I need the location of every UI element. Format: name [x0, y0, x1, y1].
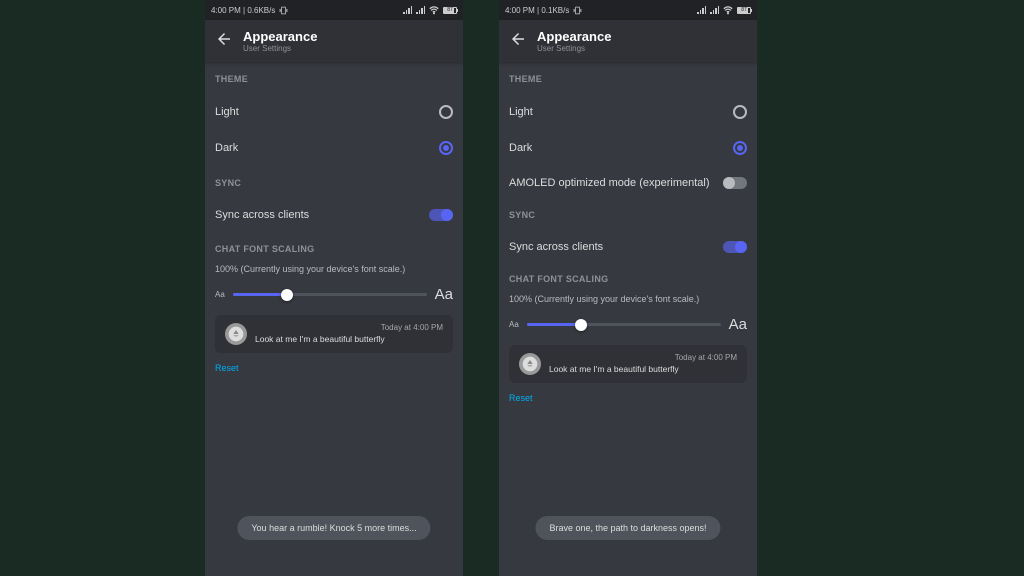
back-icon[interactable] [215, 30, 233, 53]
theme-option-light[interactable]: Light [509, 94, 747, 130]
sync-row[interactable]: Sync across clients [509, 230, 747, 264]
page-subtitle: User Settings [243, 44, 317, 53]
avatar [225, 323, 247, 345]
amoled-toggle[interactable] [723, 177, 747, 189]
amoled-label: AMOLED optimized mode (experimental) [509, 177, 710, 189]
phone-left: 4:00 PM | 0.6KB/s 87 Appearance User Set… [205, 0, 463, 576]
status-bar: 4:00 PM | 0.6KB/s 87 [205, 0, 463, 20]
page-title: Appearance [537, 29, 611, 44]
sync-header: SYNC [509, 210, 747, 220]
theme-option-dark[interactable]: Dark [215, 130, 453, 166]
theme-dark-label: Dark [509, 142, 532, 154]
preview-message: Look at me I'm a beautiful butterfly [549, 364, 737, 374]
sync-label: Sync across clients [509, 241, 603, 253]
battery-icon: 87 [737, 7, 751, 14]
sync-toggle[interactable] [429, 209, 453, 221]
font-slider[interactable] [233, 293, 427, 296]
sync-label: Sync across clients [215, 209, 309, 221]
font-preview: Today at 4:00 PM Look at me I'm a beauti… [509, 345, 747, 383]
signal-icon-2 [710, 6, 719, 14]
wifi-icon [723, 5, 733, 15]
page-subtitle: User Settings [537, 44, 611, 53]
reset-button[interactable]: Reset [509, 393, 747, 403]
font-slider-row: Aa Aa [509, 316, 747, 333]
page-title: Appearance [243, 29, 317, 44]
slider-thumb-icon[interactable] [281, 289, 293, 301]
font-slider-row: Aa Aa [215, 286, 453, 303]
theme-option-dark[interactable]: Dark [509, 130, 747, 166]
header: Appearance User Settings [499, 20, 757, 62]
radio-light-icon[interactable] [733, 105, 747, 119]
status-time-net: 4:00 PM | 0.1KB/s [505, 6, 569, 15]
status-time-net: 4:00 PM | 0.6KB/s [211, 6, 275, 15]
sync-header: SYNC [215, 178, 453, 188]
theme-light-label: Light [215, 106, 239, 118]
font-header: CHAT FONT SCALING [215, 244, 453, 254]
battery-icon: 87 [443, 7, 457, 14]
font-header: CHAT FONT SCALING [509, 274, 747, 284]
phone-right: 4:00 PM | 0.1KB/s 87 Appearance User Set… [499, 0, 757, 576]
vibrate-icon [573, 6, 582, 15]
preview-meta: Today at 4:00 PM [255, 323, 443, 332]
aa-small-icon: Aa [509, 320, 519, 329]
font-slider[interactable] [527, 323, 721, 326]
theme-light-label: Light [509, 106, 533, 118]
radio-dark-icon[interactable] [439, 141, 453, 155]
header: Appearance User Settings [205, 20, 463, 62]
amoled-row[interactable]: AMOLED optimized mode (experimental) [509, 166, 747, 200]
font-desc: 100% (Currently using your device's font… [509, 294, 747, 304]
toast: You hear a rumble! Knock 5 more times... [237, 516, 430, 540]
aa-large-icon: Aa [729, 316, 747, 333]
theme-header: THEME [509, 74, 747, 84]
signal-icon [403, 6, 412, 14]
avatar [519, 353, 541, 375]
signal-icon-2 [416, 6, 425, 14]
toast: Brave one, the path to darkness opens! [535, 516, 720, 540]
sync-row[interactable]: Sync across clients [215, 198, 453, 232]
theme-header: THEME [215, 74, 453, 84]
radio-light-icon[interactable] [439, 105, 453, 119]
back-icon[interactable] [509, 30, 527, 53]
signal-icon [697, 6, 706, 14]
slider-thumb-icon[interactable] [575, 319, 587, 331]
aa-large-icon: Aa [435, 286, 453, 303]
wifi-icon [429, 5, 439, 15]
theme-dark-label: Dark [215, 142, 238, 154]
status-bar: 4:00 PM | 0.1KB/s 87 [499, 0, 757, 20]
preview-meta: Today at 4:00 PM [549, 353, 737, 362]
theme-option-light[interactable]: Light [215, 94, 453, 130]
radio-dark-icon[interactable] [733, 141, 747, 155]
vibrate-icon [279, 6, 288, 15]
reset-button[interactable]: Reset [215, 363, 453, 373]
font-preview: Today at 4:00 PM Look at me I'm a beauti… [215, 315, 453, 353]
aa-small-icon: Aa [215, 290, 225, 299]
sync-toggle[interactable] [723, 241, 747, 253]
font-desc: 100% (Currently using your device's font… [215, 264, 453, 274]
preview-message: Look at me I'm a beautiful butterfly [255, 334, 443, 344]
